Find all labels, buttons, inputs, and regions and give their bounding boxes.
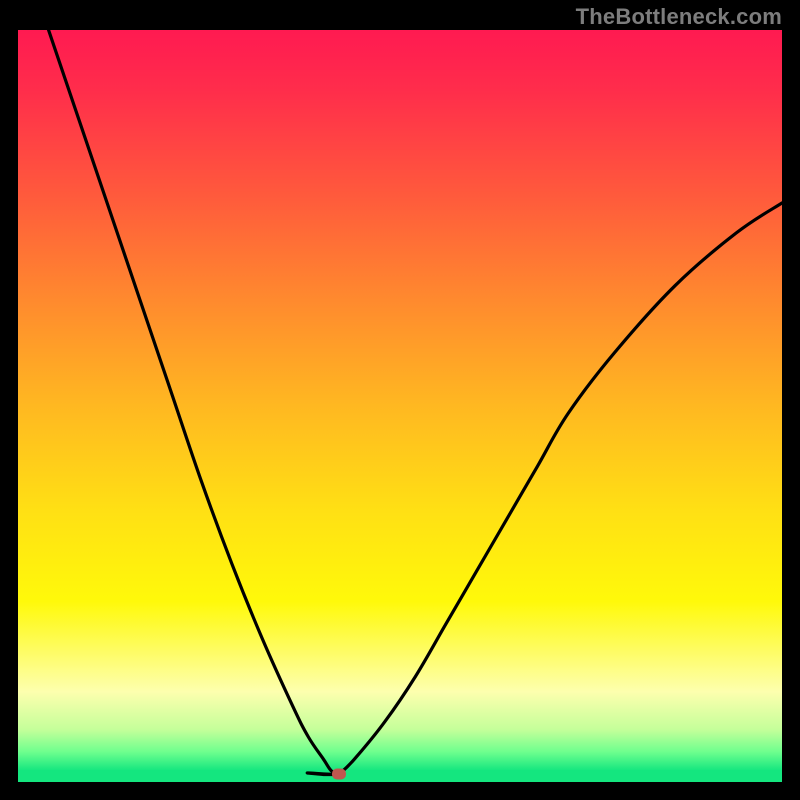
plot-area <box>18 30 782 782</box>
chart-frame: TheBottleneck.com <box>0 0 800 800</box>
optimal-point-marker <box>332 769 346 780</box>
bottleneck-curve <box>18 30 782 782</box>
watermark-label: TheBottleneck.com <box>576 4 782 30</box>
